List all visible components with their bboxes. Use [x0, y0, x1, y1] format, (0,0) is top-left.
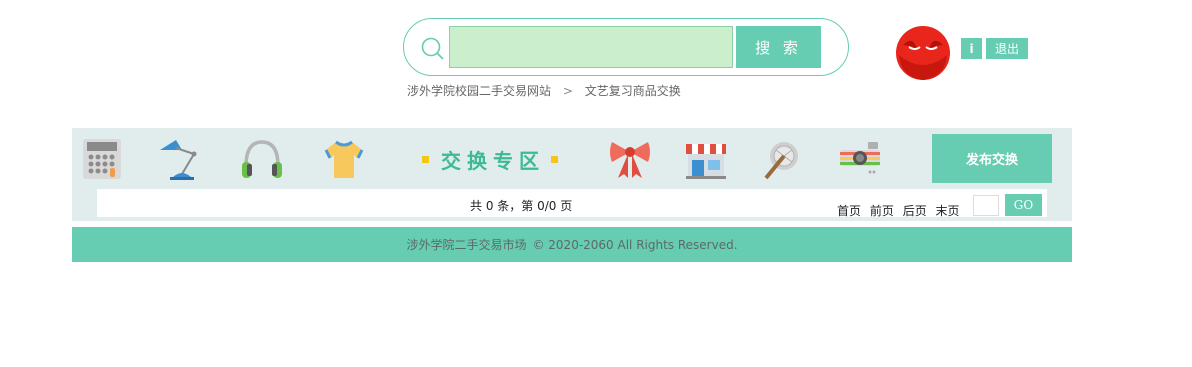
- shop-icon[interactable]: [684, 138, 728, 180]
- breadcrumb: 涉外学院校园二手交易网站 > 文艺复习商品交换: [407, 82, 681, 99]
- zone-title: 交换专区: [441, 148, 545, 173]
- search-icon: [421, 37, 444, 60]
- footer-copyright: © 2020-2060 All Rights Reserved.: [532, 237, 738, 252]
- desk-lamp-icon[interactable]: [158, 138, 202, 182]
- pagination-bar: 共 0 条，第 0/0 页 首页 前页 后页 末页 GO: [97, 189, 1047, 219]
- prev-page-link[interactable]: 前页: [870, 204, 894, 218]
- avatar[interactable]: [895, 25, 951, 81]
- calculator-icon[interactable]: [82, 138, 122, 180]
- camera-icon[interactable]: [838, 138, 882, 178]
- page-count: 共 0 条，第 0/0 页: [470, 199, 573, 213]
- page-links: 首页 前页 后页 末页: [837, 202, 965, 219]
- headphones-icon[interactable]: [240, 138, 284, 182]
- footer: 涉外学院二手交易市场 © 2020-2060 All Rights Reserv…: [72, 227, 1072, 262]
- page-number-input[interactable]: [973, 195, 999, 216]
- publish-exchange-button[interactable]: 发布交换: [932, 134, 1052, 183]
- info-button[interactable]: i: [961, 38, 982, 59]
- bow-icon[interactable]: [608, 136, 652, 180]
- go-button[interactable]: GO: [1005, 194, 1042, 216]
- exchange-zone-banner: 交换专区: [410, 146, 570, 173]
- footer-site-name: 涉外学院二手交易市场: [406, 238, 527, 252]
- search-box: 搜 索: [403, 18, 849, 76]
- last-page-link[interactable]: 末页: [936, 204, 960, 218]
- breadcrumb-home-link[interactable]: 涉外学院校园二手交易网站: [407, 84, 551, 98]
- category-bar: 交换专区 发布交换 共 0 条，第 0/0 页 首页 前页 后页 末页 GO: [72, 128, 1072, 221]
- breadcrumb-current: 文艺复习商品交换: [584, 84, 681, 98]
- banner-dot-left: [422, 155, 429, 163]
- next-page-link[interactable]: 后页: [903, 204, 927, 218]
- breadcrumb-separator: >: [562, 84, 573, 98]
- banner-dot-right: [551, 155, 558, 163]
- tshirt-icon[interactable]: [322, 138, 366, 182]
- badminton-icon[interactable]: [762, 138, 804, 180]
- search-input[interactable]: [449, 26, 733, 68]
- logout-button[interactable]: 退出: [986, 38, 1028, 59]
- first-page-link[interactable]: 首页: [837, 204, 861, 218]
- search-button[interactable]: 搜 索: [736, 26, 821, 68]
